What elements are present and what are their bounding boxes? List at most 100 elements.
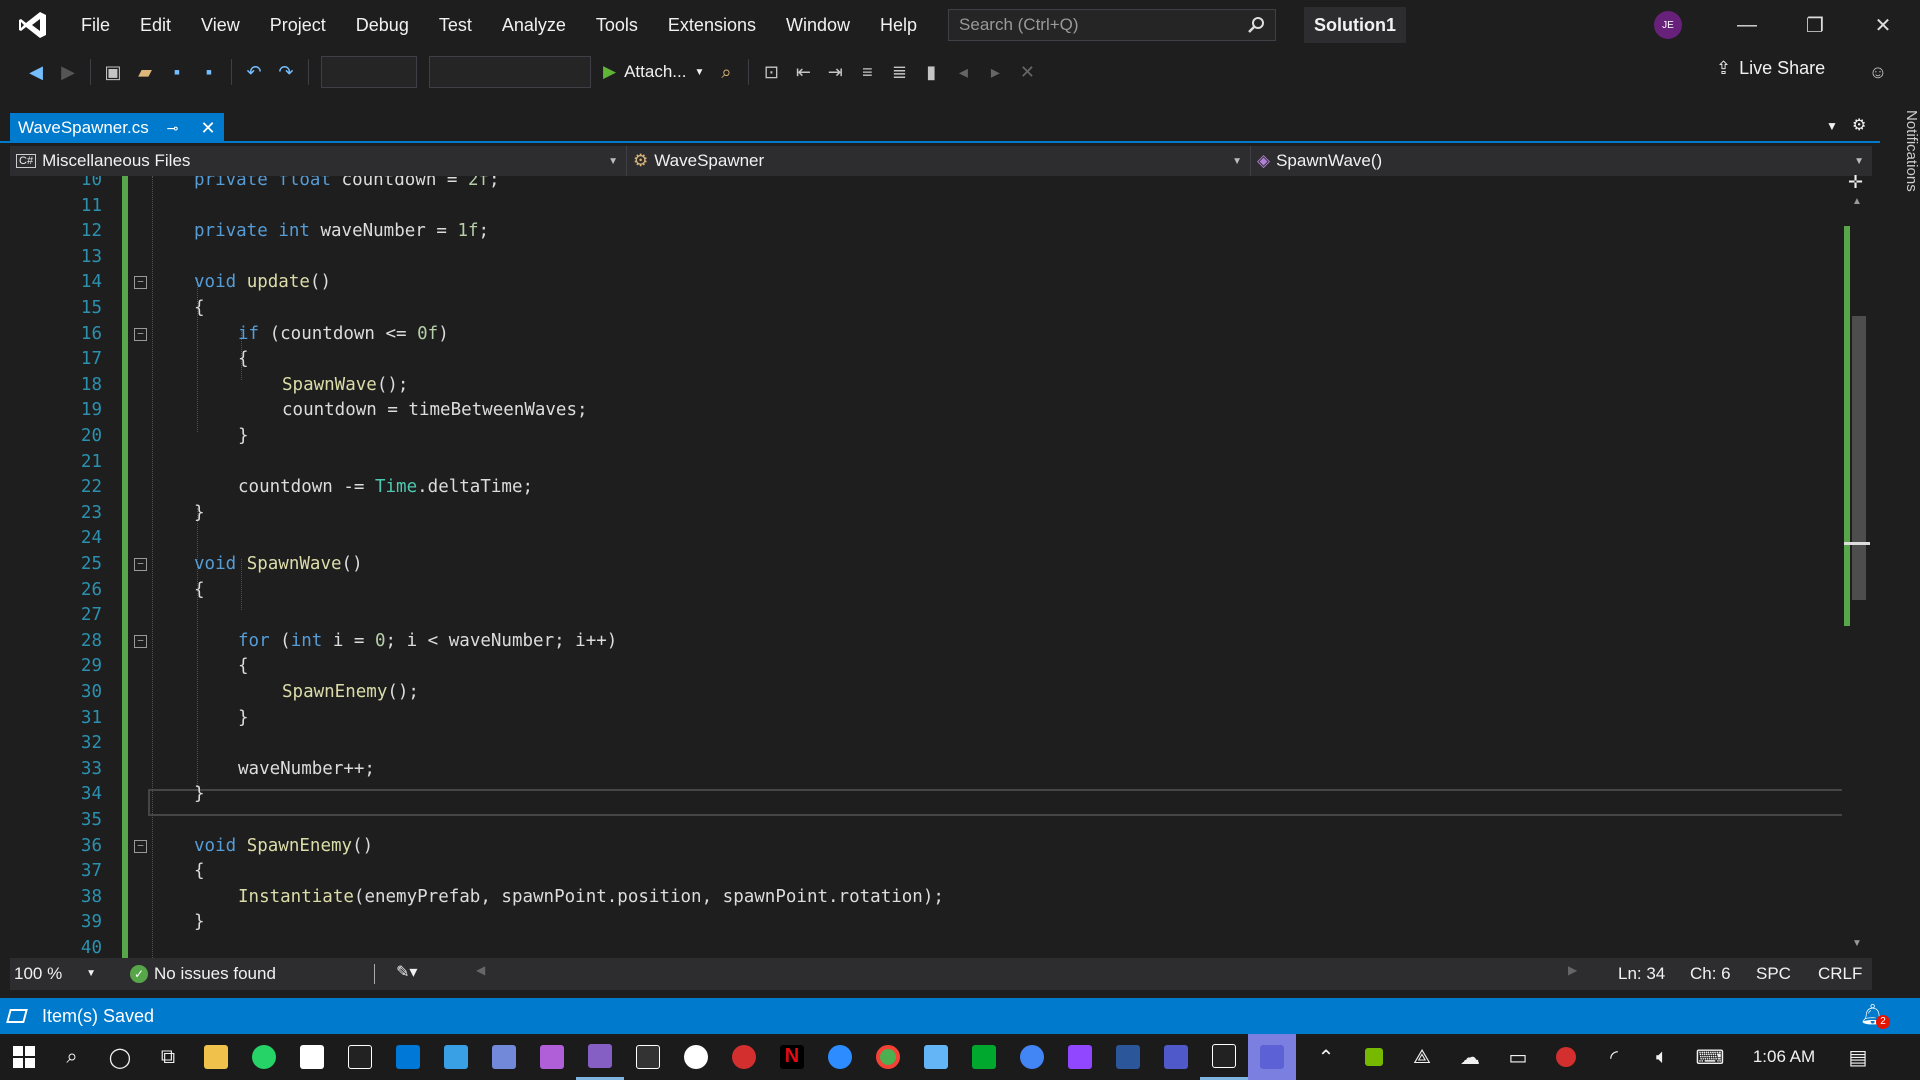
scrollbar-thumb[interactable]: [1852, 316, 1866, 600]
code-line[interactable]: 22 countdown -= Time.deltaTime;: [10, 475, 1840, 501]
code-line[interactable]: 18 SpawnWave();: [10, 373, 1840, 399]
store-icon[interactable]: [288, 1034, 336, 1080]
indent-icon[interactable]: ≡: [851, 56, 883, 88]
class-dropdown[interactable]: ⚙ WaveSpawner ▼: [627, 146, 1251, 176]
code-line[interactable]: 15 {: [10, 296, 1840, 322]
windows-start-icon[interactable]: [0, 1034, 48, 1080]
avatar[interactable]: JE: [1654, 11, 1682, 39]
code-line[interactable]: 40: [10, 936, 1840, 958]
code-line[interactable]: 26 {: [10, 578, 1840, 604]
code-line[interactable]: 12 private int waveNumber = 1f;: [10, 219, 1840, 245]
vertical-scrollbar[interactable]: ✛ ▲ ▼: [1842, 172, 1872, 958]
chevron-up-icon[interactable]: ⌃: [1302, 1034, 1350, 1080]
code-line[interactable]: 34}: [10, 782, 1840, 808]
minimize-button[interactable]: —: [1716, 0, 1778, 50]
undo-icon[interactable]: ↶: [238, 56, 270, 88]
notifications-side-tab[interactable]: Notifications: [1880, 110, 1920, 230]
code-line[interactable]: 32: [10, 731, 1840, 757]
evernote-icon[interactable]: [960, 1034, 1008, 1080]
next-bookmark-icon[interactable]: ▸: [979, 56, 1011, 88]
open-folder-icon[interactable]: ▰: [129, 56, 161, 88]
teams-icon[interactable]: [1152, 1034, 1200, 1080]
cortana-icon[interactable]: ◯: [96, 1034, 144, 1080]
code-line[interactable]: 14 − void update(): [10, 270, 1840, 296]
configuration-dropdown[interactable]: [321, 56, 417, 88]
search-icon[interactable]: ⌕: [48, 1034, 96, 1080]
collapse-icon[interactable]: −: [134, 839, 147, 853]
menu-tools[interactable]: Tools: [581, 0, 653, 50]
attach-button[interactable]: ▶ Attach... ▼: [597, 62, 710, 82]
save-all-icon[interactable]: ▪: [193, 56, 225, 88]
live-share-button[interactable]: ⇪ Live Share: [1716, 58, 1825, 79]
app-icon[interactable]: [528, 1034, 576, 1080]
code-line[interactable]: 30 SpawnEnemy();: [10, 680, 1840, 706]
code-line[interactable]: 27: [10, 603, 1840, 629]
code-line[interactable]: 21: [10, 450, 1840, 476]
unity-icon[interactable]: [336, 1034, 384, 1080]
search-input[interactable]: Search (Ctrl+Q): [948, 9, 1277, 41]
clock[interactable]: 1:06 AM: [1734, 1047, 1834, 1067]
itunes-icon[interactable]: [672, 1034, 720, 1080]
code-line[interactable]: 28 − for (int i = 0; i < waveNumber; i++): [10, 629, 1840, 655]
nvidia-icon[interactable]: [1350, 1034, 1398, 1080]
prev-bookmark-icon[interactable]: ◂: [947, 56, 979, 88]
code-line[interactable]: 11: [10, 194, 1840, 220]
find-in-files-icon[interactable]: ⌕: [710, 56, 742, 88]
code-line[interactable]: 33 waveNumber++;: [10, 757, 1840, 783]
code-line[interactable]: 16 − if (countdown <= 0f): [10, 322, 1840, 348]
code-line[interactable]: 39}: [10, 910, 1840, 936]
code-line[interactable]: 36 − void SpawnEnemy(): [10, 834, 1840, 860]
close-tab-icon[interactable]: ✕: [200, 118, 215, 139]
forward-icon[interactable]: ▶: [52, 56, 84, 88]
onedrive-icon[interactable]: ☁: [1446, 1034, 1494, 1080]
collapse-icon[interactable]: −: [134, 276, 147, 290]
netflix-icon[interactable]: N: [768, 1034, 816, 1080]
code-line[interactable]: 31}: [10, 706, 1840, 732]
word-icon[interactable]: [1104, 1034, 1152, 1080]
clear-bookmarks-icon[interactable]: ✕: [1011, 56, 1043, 88]
tab-wavespawner[interactable]: WaveSpawner.cs ⊸ ✕: [10, 113, 224, 143]
back-icon[interactable]: ◀: [20, 56, 52, 88]
whatsapp-icon[interactable]: [240, 1034, 288, 1080]
volume-icon[interactable]: 🔈︎: [1638, 1034, 1686, 1080]
save-icon[interactable]: ▪: [161, 56, 193, 88]
app-icon[interactable]: [1248, 1034, 1296, 1080]
whitespace-mode[interactable]: SPC: [1756, 964, 1791, 984]
member-dropdown[interactable]: ◈ SpawnWave() ▼: [1251, 146, 1872, 176]
outdent-icon[interactable]: ≣: [883, 56, 915, 88]
unity-editor-icon[interactable]: [1200, 1034, 1248, 1080]
menu-window[interactable]: Window: [771, 0, 865, 50]
menu-edit[interactable]: Edit: [125, 0, 186, 50]
platform-dropdown[interactable]: [429, 56, 591, 88]
code-editor[interactable]: 10 private float countdown = 2f; 11 12 priva…: [10, 176, 1872, 958]
app-icon[interactable]: [432, 1034, 480, 1080]
bookmark-icon[interactable]: ▮: [915, 56, 947, 88]
app-tray-icon[interactable]: [1542, 1034, 1590, 1080]
issues-indicator[interactable]: ✓ No issues found: [130, 964, 276, 984]
scroll-left-icon[interactable]: ◀: [476, 963, 485, 977]
split-window-icon[interactable]: ✛: [1848, 172, 1863, 193]
collapse-icon[interactable]: −: [134, 558, 147, 571]
code-line[interactable]: 29 {: [10, 654, 1840, 680]
column-number[interactable]: Ch: 6: [1690, 964, 1731, 984]
code-line[interactable]: 38 Instantiate(enemyPrefab, spawnPoint.po…: [10, 885, 1840, 911]
action-center-icon[interactable]: ▤: [1834, 1034, 1882, 1080]
chrome-icon[interactable]: [864, 1034, 912, 1080]
line-number[interactable]: Ln: 34: [1618, 964, 1665, 984]
app-icon[interactable]: [912, 1034, 960, 1080]
zoom-dropdown[interactable]: 100 % ▼: [10, 964, 100, 984]
unity-hub-icon[interactable]: [624, 1034, 672, 1080]
mail-icon[interactable]: [384, 1034, 432, 1080]
app-icon[interactable]: [720, 1034, 768, 1080]
code-line[interactable]: 35: [10, 808, 1840, 834]
menu-help[interactable]: Help: [865, 0, 932, 50]
code-line[interactable]: 20}: [10, 424, 1840, 450]
scroll-down-icon[interactable]: ▼: [1852, 938, 1862, 949]
uncomment-icon[interactable]: ⇥: [819, 56, 851, 88]
pin-icon[interactable]: ⊸: [167, 120, 179, 137]
visual-studio-icon[interactable]: [576, 1034, 624, 1080]
new-item-icon[interactable]: ▣: [97, 56, 129, 88]
keyboard-icon[interactable]: ⌨: [1686, 1034, 1734, 1080]
app-tray-icon[interactable]: ⟁: [1398, 1034, 1446, 1080]
scroll-right-icon[interactable]: ▶: [1568, 963, 1577, 977]
